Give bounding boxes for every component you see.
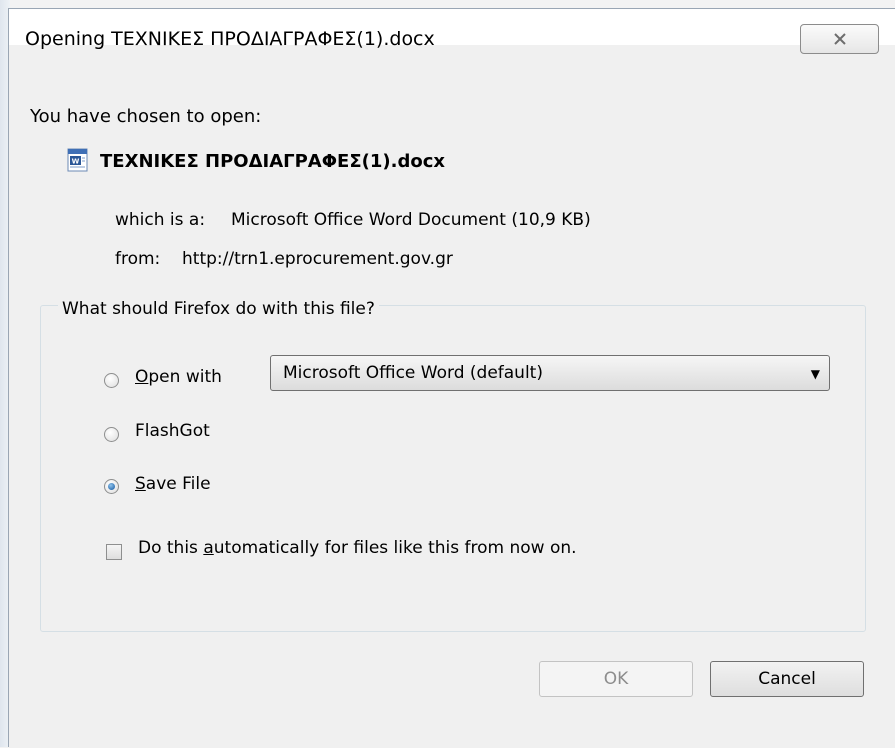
window-title: Opening ΤΕΧΝΙΚΕΣ ΠΡΟΔΙΑΓΡΑΦΕΣ(1).docx <box>25 28 435 50</box>
file-name: ΤΕΧΝΙΚΕΣ ΠΡΟΔΙΑΓΡΑΦΕΣ(1).docx <box>100 151 445 172</box>
ok-button[interactable]: OK <box>539 661 693 697</box>
cancel-button[interactable]: Cancel <box>710 661 864 697</box>
save-file-accel: S <box>135 474 146 494</box>
file-source-value: http://trn1.eprocurement.gov.gr <box>182 249 453 269</box>
open-with-app-value: Microsoft Office Word (default) <box>283 363 543 383</box>
open-with-radio[interactable] <box>104 373 119 388</box>
flashgot-label[interactable]: FlashGot <box>135 421 210 441</box>
auto-action-label-pre: Do this <box>138 538 204 558</box>
word-document-icon: W <box>67 148 88 172</box>
svg-text:W: W <box>72 158 80 166</box>
save-file-label-rest: ave File <box>145 474 211 494</box>
open-with-label[interactable]: Open with <box>135 367 222 387</box>
open-with-accel: O <box>135 367 149 387</box>
file-source-label: from: <box>115 249 161 269</box>
open-with-app-select[interactable]: Microsoft Office Word (default) ▼ <box>270 355 830 391</box>
auto-action-label[interactable]: Do this automatically for files like thi… <box>138 538 577 558</box>
file-action-legend: What should Firefox do with this file? <box>58 299 379 319</box>
auto-action-label-rest: utomatically for files like this from no… <box>213 538 577 558</box>
close-button[interactable] <box>800 24 879 54</box>
auto-action-checkbox[interactable] <box>106 544 122 560</box>
save-file-label[interactable]: Save File <box>135 474 211 494</box>
open-with-label-rest: pen with <box>148 367 222 387</box>
dropdown-arrow-icon: ▼ <box>810 367 820 381</box>
close-icon <box>834 33 846 45</box>
save-file-radio[interactable] <box>104 479 119 494</box>
file-type-value: Microsoft Office Word Document (10,9 KB) <box>231 210 591 230</box>
intro-text: You have chosen to open: <box>30 106 262 127</box>
file-type-label: which is a: <box>115 210 206 230</box>
auto-action-accel: a <box>203 538 214 558</box>
flashgot-radio[interactable] <box>104 427 119 442</box>
